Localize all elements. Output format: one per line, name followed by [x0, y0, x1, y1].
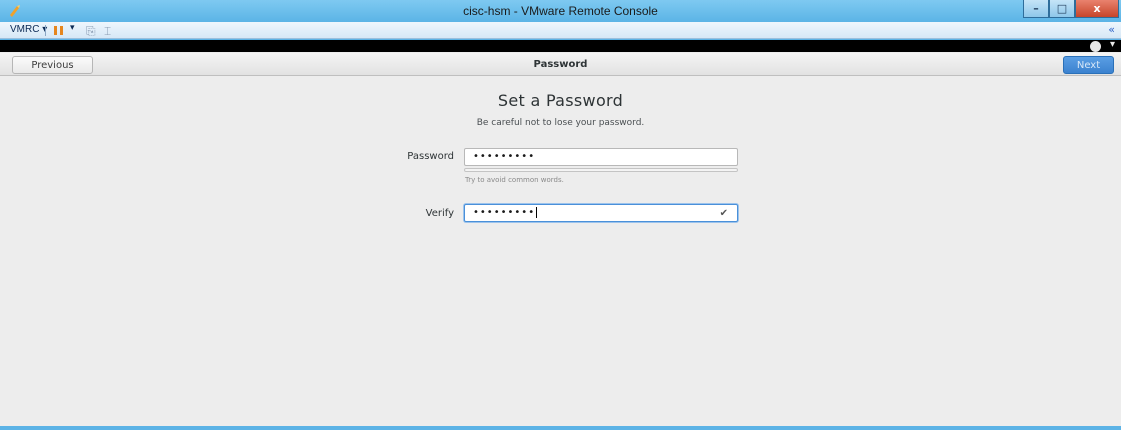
vmrc-menu-button[interactable]: VMRC ▾ — [10, 24, 47, 35]
password-label: Password — [407, 151, 454, 162]
window-controls: – □ x — [1023, 0, 1119, 18]
page-subtitle: Be careful not to lose your password. — [476, 118, 645, 128]
pause-icon[interactable] — [54, 26, 64, 35]
password-strength-meter — [464, 168, 738, 172]
window-title: cisc-hsm - VMware Remote Console — [463, 4, 658, 18]
collapse-toolbar-icon[interactable]: « — [1108, 23, 1115, 36]
fullscreen-icon[interactable]: ⌶ — [104, 24, 111, 39]
verify-value: ••••••••• — [473, 207, 536, 218]
close-button[interactable]: x — [1075, 0, 1119, 18]
guest-screen: ▾ Previous Password Next Set a Password … — [0, 39, 1121, 426]
header-title: Password — [533, 59, 588, 70]
accessibility-menu-caret[interactable]: ▾ — [1110, 39, 1115, 50]
setup-header-bar: Previous Password Next — [0, 53, 1121, 76]
send-ctrl-alt-del-icon[interactable]: ⎘ — [86, 24, 96, 39]
verify-field[interactable]: ••••••••• ✔ — [464, 204, 738, 222]
text-cursor — [536, 206, 538, 218]
vmrc-toolbar: VMRC ▾ ▾ ⎘ ⌶ « — [0, 22, 1121, 39]
page-title: Set a Password — [497, 91, 624, 110]
checkmark-icon: ✔ — [719, 208, 729, 219]
pause-dropdown-caret[interactable]: ▾ — [70, 23, 75, 33]
window-titlebar: cisc-hsm - VMware Remote Console – □ x — [0, 0, 1121, 22]
toolbar-separator — [45, 25, 46, 36]
accessibility-icon[interactable] — [1090, 41, 1101, 52]
password-value: ••••••••• — [473, 151, 536, 162]
guest-top-bar: ▾ — [0, 39, 1121, 52]
minimize-button[interactable]: – — [1023, 0, 1049, 18]
window-frame-bottom — [0, 426, 1121, 430]
maximize-button[interactable]: □ — [1049, 0, 1075, 18]
next-button[interactable]: Next — [1063, 56, 1114, 74]
password-hint: Try to avoid common words. — [465, 176, 564, 184]
verify-label: Verify — [425, 208, 454, 219]
password-field[interactable]: ••••••••• — [464, 148, 738, 166]
